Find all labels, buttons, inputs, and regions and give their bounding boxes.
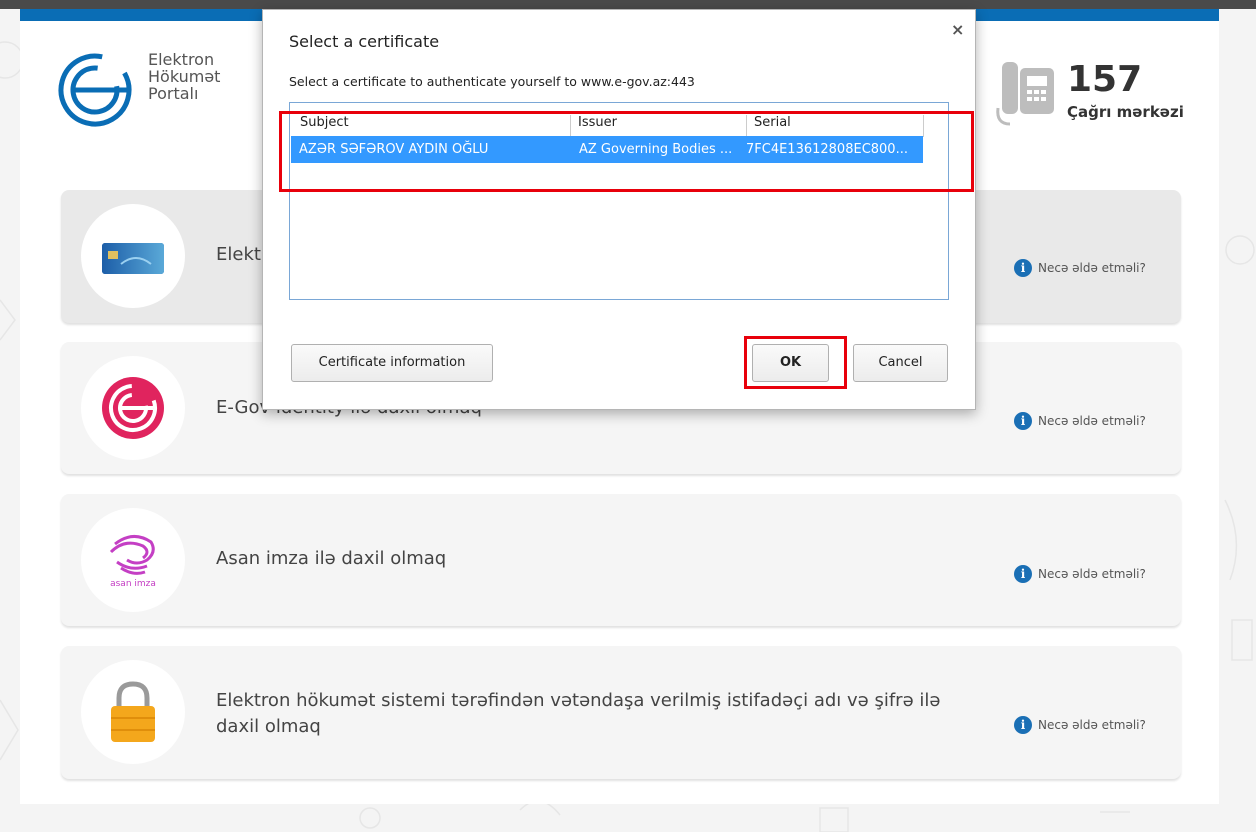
cancel-button[interactable]: Cancel <box>853 344 948 382</box>
logo-line-2: Hökumət <box>148 67 221 86</box>
dialog-title: Select a certificate <box>289 32 440 51</box>
select-certificate-dialog: × Select a certificate Select a certific… <box>262 9 976 410</box>
call-center-number: 157 <box>1067 59 1143 100</box>
egov-logo-icon <box>58 53 132 127</box>
browser-top-strip <box>0 0 1256 9</box>
dialog-subtitle: Select a certificate to authenticate you… <box>289 74 695 89</box>
egov-identity-icon <box>102 377 164 439</box>
highlight-ok-button <box>744 336 847 389</box>
id-card-icon <box>102 243 164 274</box>
how-to-get-link[interactable]: i Necə əldə etməli? <box>1014 259 1146 277</box>
call-center[interactable]: 157 Çağrı mərkəzi <box>990 58 1190 138</box>
phone-icon <box>996 62 1054 126</box>
close-icon[interactable]: × <box>951 20 964 39</box>
option-icon-circle <box>81 204 185 308</box>
logo-line-3: Portalı <box>148 84 199 103</box>
asan-imza-icon: asan imza <box>109 535 156 589</box>
portal-name: Elektron Hökumət Portalı <box>148 51 220 102</box>
info-icon: i <box>1014 412 1032 430</box>
padlock-icon <box>111 681 155 742</box>
info-icon: i <box>1014 565 1032 583</box>
how-to-get-link[interactable]: i Necə əldə etməli? <box>1014 565 1146 583</box>
highlight-certificate-row <box>279 111 974 192</box>
certificate-information-button[interactable]: Certificate information <box>291 344 493 382</box>
login-option-asan-imza[interactable]: asan imza Asan imza ilə daxil olmaq i Nec… <box>61 494 1181 626</box>
option-label: Asan imza ilə daxil olmaq <box>216 548 447 569</box>
option-icon-circle: asan imza <box>81 508 185 612</box>
logo-line-1: Elektron <box>148 50 215 69</box>
info-icon: i <box>1014 259 1032 277</box>
how-to-get-link[interactable]: i Necə əldə etməli? <box>1014 412 1146 430</box>
call-center-label: Çağrı mərkəzi <box>1067 103 1184 121</box>
asan-imza-logo-text: asan imza <box>110 579 156 589</box>
option-icon-circle <box>81 356 185 460</box>
how-to-get-link[interactable]: i Necə əldə etməli? <box>1014 716 1146 734</box>
option-label: Elektron hökumət sistemi tərəfindən vətə… <box>216 690 941 737</box>
option-icon-circle <box>81 660 185 764</box>
login-option-username-password[interactable]: Elektron hökumət sistemi tərəfindən vətə… <box>61 646 1181 779</box>
info-icon: i <box>1014 716 1032 734</box>
option-label: Elekt <box>216 244 261 265</box>
